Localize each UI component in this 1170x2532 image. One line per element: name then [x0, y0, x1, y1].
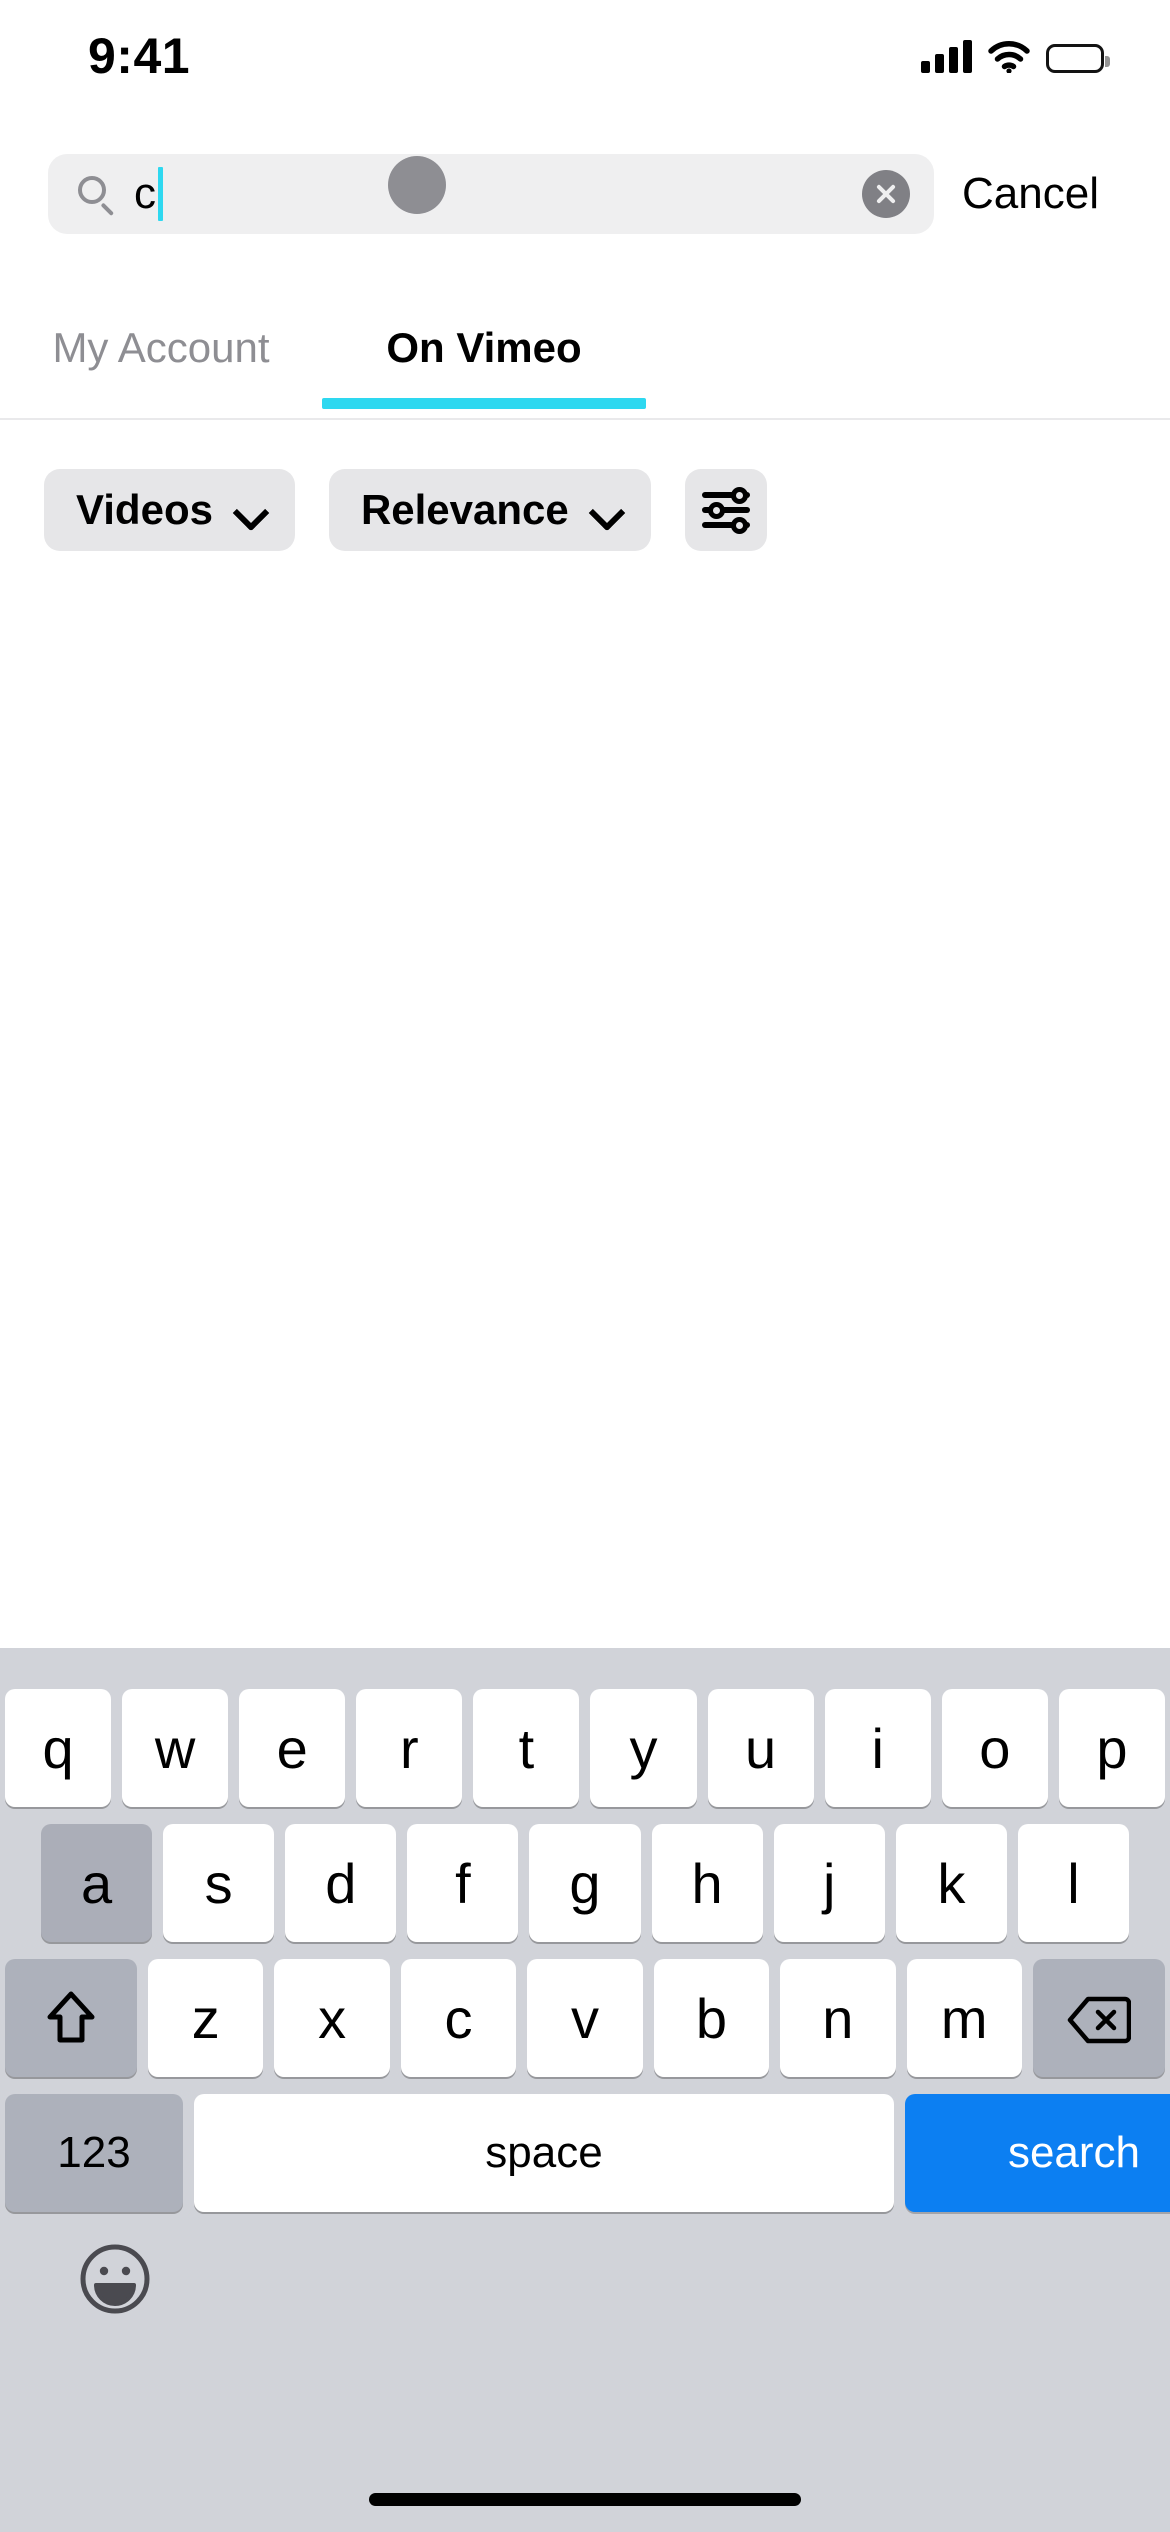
filter-toolbar: Videos Relevance [0, 455, 1170, 565]
chevron-down-icon [235, 496, 263, 524]
key-q[interactable]: q [5, 1689, 112, 1807]
key-w[interactable]: w [122, 1689, 229, 1807]
key-b[interactable]: b [653, 1959, 770, 2077]
status-bar-time: 9:41 [88, 28, 191, 84]
cellular-signal-icon [921, 39, 972, 73]
chevron-down-icon [591, 496, 619, 524]
key-g[interactable]: g [529, 1824, 641, 1942]
key-f[interactable]: f [407, 1824, 519, 1942]
on-screen-keyboard: q w e r t y u i o p a s d f g h j k l z … [0, 1648, 1170, 2532]
key-i[interactable]: i [824, 1689, 931, 1807]
search-return-key[interactable]: search [905, 2094, 1170, 2212]
keyboard-row-4: 123 space search [0, 2094, 1170, 2212]
key-j[interactable]: j [773, 1824, 885, 1942]
search-input[interactable]: c [48, 154, 934, 234]
filter-sort-label: Relevance [360, 486, 569, 533]
keyboard-row-1: q w e r t y u i o p [0, 1689, 1170, 1807]
cancel-button[interactable]: Cancel [962, 169, 1099, 219]
app-screen: 9:41 c Cancel My Account On Vimeo Videos… [0, 0, 1170, 2532]
filter-content-type-label: Videos [76, 486, 213, 533]
clear-search-button[interactable] [862, 170, 910, 218]
search-input-value: c [134, 169, 156, 218]
search-results-list[interactable] [0, 565, 1170, 1648]
key-l[interactable]: l [1017, 1824, 1129, 1942]
key-o[interactable]: o [941, 1689, 1048, 1807]
key-d[interactable]: d [285, 1824, 397, 1942]
wifi-icon [988, 41, 1030, 74]
search-bar: c Cancel [0, 148, 1170, 240]
key-k[interactable]: k [895, 1824, 1007, 1942]
backspace-key[interactable] [1032, 1959, 1165, 2077]
filter-content-type-button[interactable]: Videos [44, 469, 295, 551]
filter-sort-button[interactable]: Relevance [328, 469, 651, 551]
backspace-delete-icon [1067, 1993, 1132, 2044]
space-key[interactable]: space [194, 2094, 894, 2212]
key-x[interactable]: x [274, 1959, 390, 2077]
battery-icon [1046, 44, 1110, 73]
key-h[interactable]: h [651, 1824, 763, 1942]
emoji-smiley-icon[interactable] [78, 2242, 152, 2316]
tab-my-account[interactable]: My Account [0, 300, 322, 418]
key-t[interactable]: t [473, 1689, 580, 1807]
tab-active-indicator [322, 398, 646, 409]
sliders-filter-icon [701, 487, 750, 534]
shift-arrow-icon [44, 1988, 98, 2048]
keyboard-row-2: a s d f g h j k l [0, 1824, 1170, 1942]
status-bar: 9:41 [0, 0, 1170, 100]
key-c[interactable]: c [400, 1959, 517, 2077]
key-u[interactable]: u [707, 1689, 814, 1807]
shift-key[interactable] [5, 1959, 137, 2077]
key-r[interactable]: r [356, 1689, 463, 1807]
search-icon [76, 174, 116, 217]
status-bar-indicators [921, 31, 1110, 74]
key-n[interactable]: n [780, 1959, 896, 2077]
key-p[interactable]: p [1058, 1689, 1165, 1807]
key-a[interactable]: a [41, 1824, 153, 1942]
keyboard-utility-row [0, 2228, 1170, 2358]
keyboard-row-3: z x c v b n m [0, 1959, 1170, 2077]
numbers-key[interactable]: 123 [5, 2094, 183, 2212]
text-caret [158, 167, 163, 221]
key-y[interactable]: y [590, 1689, 697, 1807]
key-v[interactable]: v [527, 1959, 643, 2077]
key-s[interactable]: s [163, 1824, 275, 1942]
more-filters-button[interactable] [684, 469, 767, 551]
key-m[interactable]: m [906, 1959, 1022, 2077]
home-indicator-bar [369, 2493, 801, 2506]
key-z[interactable]: z [148, 1959, 264, 2077]
key-e[interactable]: e [239, 1689, 346, 1807]
